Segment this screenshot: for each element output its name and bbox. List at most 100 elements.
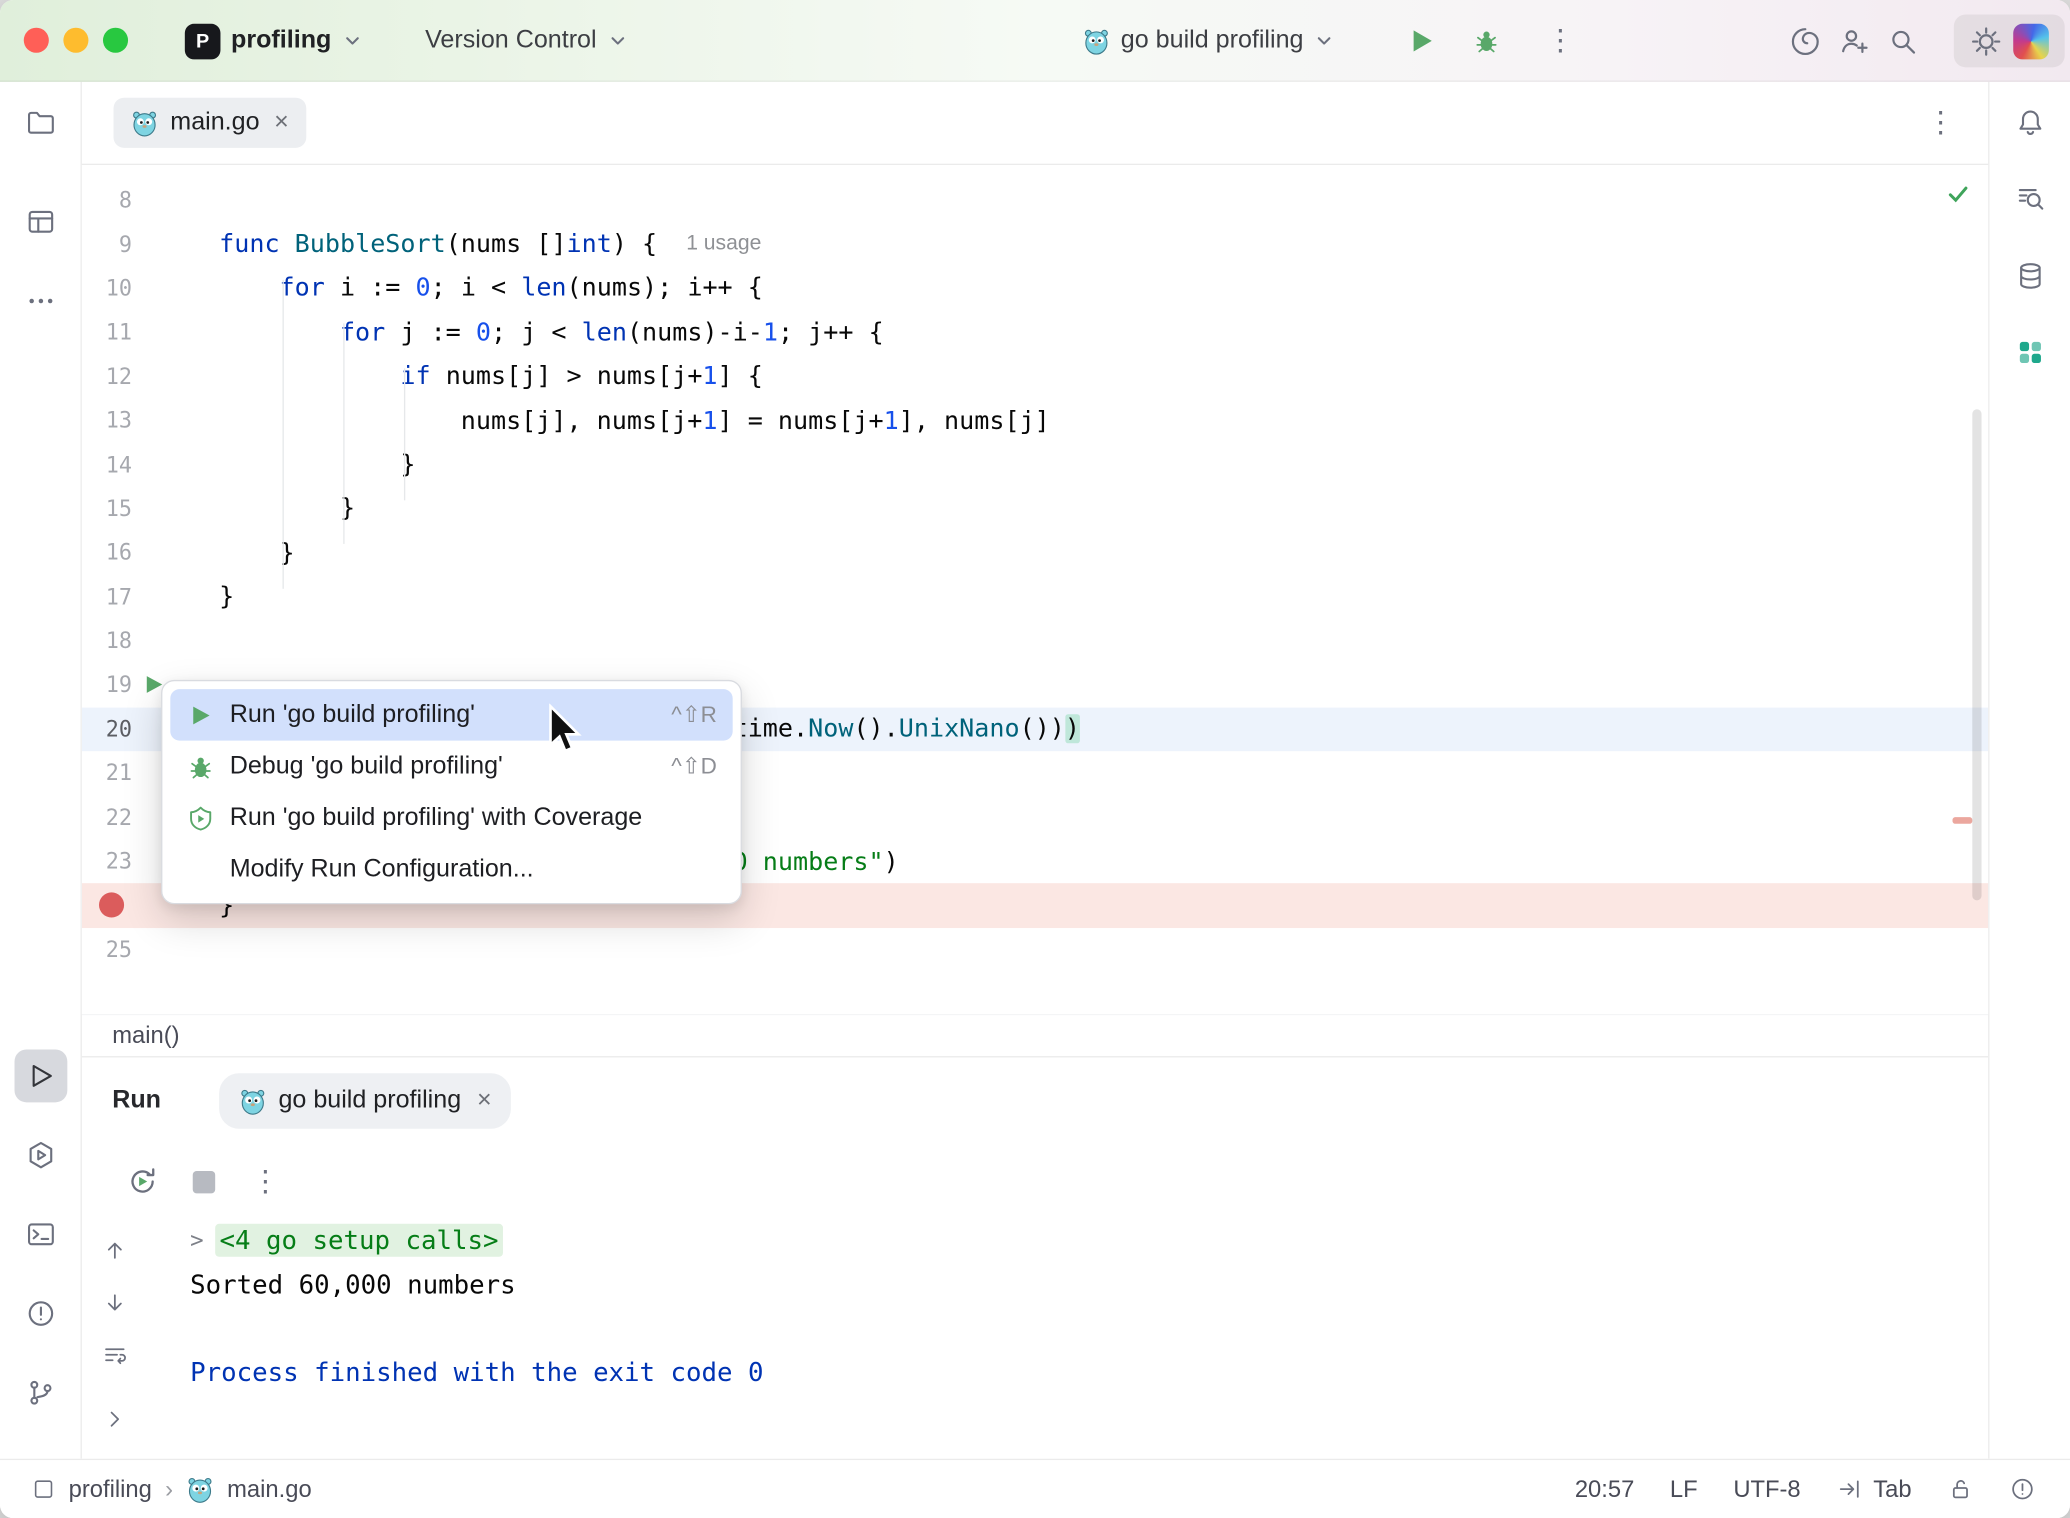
run-configuration-widget[interactable]: go build profiling [1083,0,1336,82]
editor-gutter[interactable]: 17 [82,575,219,619]
editor-line[interactable]: 12 if nums[j] > nums[j+1] { [82,355,1988,399]
indent-widget[interactable]: Tab [1836,1475,1911,1503]
close-tab-icon[interactable]: × [274,108,289,137]
expand-console-icon[interactable] [102,1406,134,1436]
run-toolwindow-button[interactable] [14,1050,67,1103]
run-more-options-icon[interactable]: ⋮ [250,1166,282,1198]
menu-item[interactable]: Run 'go build profiling'^⇧R [170,689,732,740]
terminal-toolwindow-button[interactable] [14,1208,67,1261]
editor-line[interactable]: 11 for j := 0; j < len(nums)-i-1; j++ { [82,310,1988,354]
editor-gutter[interactable]: 14 [82,443,219,487]
structure-toolwindow-button[interactable] [14,195,67,248]
code-with-me-icon[interactable] [1838,24,1871,57]
editor-line[interactable]: 17} [82,575,1988,619]
notifications-widget[interactable] [2009,1476,2035,1502]
menu-item[interactable]: Modify Run Configuration... [170,844,732,895]
line-separator-widget[interactable]: LF [1670,1475,1698,1503]
debug-button[interactable] [1473,25,1505,57]
editor-options-icon[interactable]: ⋮ [1925,107,1957,139]
line-number: 25 [82,937,132,962]
run-icon [186,700,215,729]
services-toolwindow-button[interactable] [14,1129,67,1182]
menu-item[interactable]: Run 'go build profiling' with Coverage [170,792,732,843]
error-stripe-mark[interactable] [1953,817,1973,824]
menu-item-label: Modify Run Configuration... [230,855,679,884]
breadcrumb-item[interactable]: main() [112,1022,179,1050]
editor-gutter[interactable]: 15 [82,487,219,531]
console-output[interactable]: ><4 go setup calls>Sorted 60,000 numbers… [153,1218,1988,1458]
next-occurrence-icon[interactable] [102,1290,134,1320]
vcs-widget[interactable]: Version Control [425,0,628,82]
run-button[interactable] [1407,25,1439,57]
folded-output[interactable]: <4 go setup calls> [216,1224,503,1257]
database-toolwindow-button[interactable] [2003,250,2056,303]
editor-line[interactable]: 14 } [82,443,1988,487]
editor-line[interactable]: 15 } [82,487,1988,531]
encoding-widget[interactable]: UTF-8 [1733,1475,1800,1503]
breakpoint-icon[interactable] [99,893,124,918]
editor-line[interactable]: 16 } [82,531,1988,575]
editor-gutter[interactable]: 8 [82,178,219,222]
search-everywhere-icon[interactable] [1886,24,1919,57]
dependencies-toolwindow-button[interactable] [2003,326,2056,379]
line-number: 22 [82,805,132,830]
code-editor[interactable]: 89func BubbleSort(nums []int) {1 usage10… [82,165,1988,1014]
caret-position-widget[interactable]: 20:57 [1575,1475,1634,1503]
line-number: 8 [82,188,132,213]
editor-tab-main-go[interactable]: main.go × [114,98,306,148]
editor-line[interactable]: 25 [82,928,1988,972]
readonly-lock-widget[interactable] [1947,1476,1973,1502]
inspections-ok-icon[interactable] [1946,182,1970,206]
usages-inlay-hint[interactable]: 1 usage [686,232,761,256]
statusbar-file[interactable]: main.go [227,1475,312,1503]
prev-occurrence-icon[interactable] [102,1237,134,1267]
find-toolwindow-button[interactable] [2003,173,2056,226]
editor-line[interactable]: 8 [82,178,1988,222]
unlocked-icon [1947,1476,1973,1502]
stop-button[interactable] [193,1170,215,1192]
alert-circle-icon [2009,1476,2035,1502]
editor-line[interactable]: 18 [82,619,1988,663]
ai-assistant-icon[interactable] [1789,24,1822,57]
user-avatar[interactable] [2013,23,2049,59]
editor-gutter[interactable]: 16 [82,531,219,575]
problems-toolwindow-button[interactable] [14,1287,67,1340]
editor-gutter[interactable]: 18 [82,619,219,663]
more-toolwindows-button[interactable] [14,275,67,328]
line-number: 13 [82,408,132,433]
git-toolwindow-button[interactable] [14,1366,67,1419]
menu-item[interactable]: Debug 'go build profiling'^⇧D [170,741,732,792]
close-window-button[interactable] [24,28,49,53]
statusbar-project[interactable]: profiling [69,1475,152,1503]
indent-icon [1836,1476,1862,1502]
rerun-button[interactable] [127,1166,159,1198]
fold-toggle-icon[interactable]: > [190,1227,204,1253]
editor-line[interactable]: 9func BubbleSort(nums []int) {1 usage [82,222,1988,266]
editor-gutter[interactable]: 25 [82,928,219,972]
project-widget[interactable]: P profiling [185,0,363,82]
editor-gutter[interactable]: 9 [82,222,219,266]
status-bar: profiling › main.go 20:57 LF UTF-8 Tab [0,1459,2070,1518]
code-line: func BubbleSort(nums []int) {1 usage [219,230,761,259]
minimize-window-button[interactable] [63,28,88,53]
run-panel-tab[interactable]: go build profiling × [219,1073,511,1128]
indent-guide [343,323,344,543]
editor-scrollbar[interactable] [1972,409,1981,900]
close-run-tab-icon[interactable]: × [477,1086,492,1115]
editor-gutter[interactable]: 11 [82,310,219,354]
project-toolwindow-button[interactable] [14,96,67,149]
editor-gutter[interactable]: 12 [82,355,219,399]
line-number: 12 [82,364,132,389]
editor-gutter[interactable]: 10 [82,266,219,310]
console-toolbar [82,1218,153,1458]
notifications-button[interactable] [2003,96,2056,149]
editor-gutter[interactable]: 13 [82,399,219,443]
tab-filename: main.go [170,108,259,137]
titlebar: P profiling Version Control go build pro… [0,0,2070,82]
soft-wrap-icon[interactable] [102,1343,134,1373]
editor-line[interactable]: 13 nums[j], nums[j+1] = nums[j+1], nums[… [82,399,1988,443]
editor-line[interactable]: 10 for i := 0; i < len(nums); i++ { [82,266,1988,310]
fullscreen-window-button[interactable] [103,28,128,53]
settings-gear-icon[interactable] [1970,24,2003,57]
more-run-actions-button[interactable]: ⋮ [1545,25,1577,57]
